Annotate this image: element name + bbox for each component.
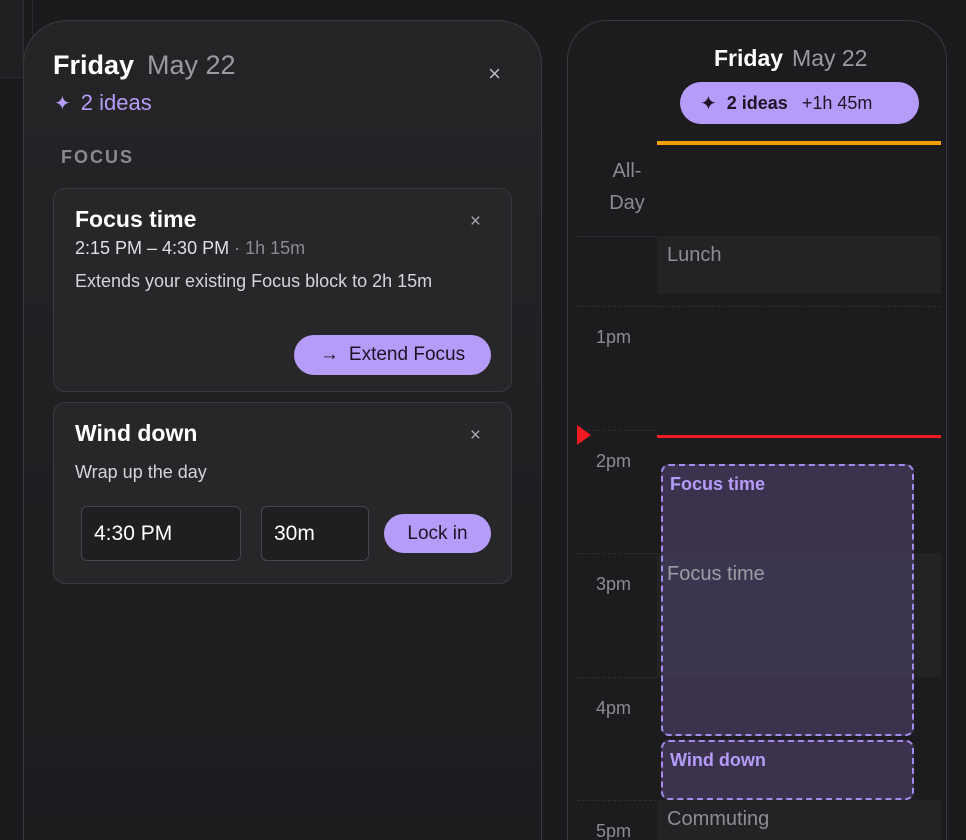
- current-time-line: [657, 435, 941, 438]
- ideas-pill-label: 2 ideas: [726, 92, 788, 113]
- hour-label-4pm: 4pm: [596, 698, 632, 718]
- all-day-label: All-Day: [609, 160, 645, 214]
- idea-card-description: Extends your existing Focus block to 2h …: [75, 271, 433, 291]
- sparkle-icon: ✦: [700, 92, 717, 115]
- lock-in-button[interactable]: Lock in: [384, 514, 491, 553]
- hour-divider: [577, 553, 657, 554]
- calendar-day: Friday: [714, 45, 784, 71]
- close-icon[interactable]: ×: [470, 425, 481, 447]
- calendar-date: May 22: [792, 45, 868, 71]
- hour-divider: [577, 800, 657, 801]
- sparkle-icon: ✦: [54, 92, 71, 115]
- background-window: [0, 0, 24, 78]
- hour-divider: [577, 677, 657, 678]
- extend-focus-button[interactable]: → Extend Focus: [294, 335, 491, 375]
- arrow-right-icon: →: [319, 344, 339, 365]
- ideas-count: ✦ 2 ideas: [54, 90, 152, 116]
- idea-card-title: Focus time: [75, 206, 197, 232]
- event-lunch[interactable]: Lunch: [657, 236, 941, 294]
- idea-block-wind-down[interactable]: Wind down: [661, 740, 914, 800]
- ideas-pill-button[interactable]: ✦ 2 ideas +1h 45m: [680, 82, 919, 124]
- extend-focus-label: Extend Focus: [348, 344, 466, 365]
- close-icon[interactable]: ×: [488, 61, 501, 87]
- idea-card-focus-time: Focus time × 2:15 PM – 4:30 PM · 1h 15m …: [53, 188, 512, 392]
- calendar-header: Friday May 22: [714, 45, 867, 72]
- idea-card-wind-down: Wind down × Wrap up the day 4:30 PM 30m …: [53, 402, 512, 584]
- duration-field[interactable]: 30m: [261, 506, 369, 561]
- ideas-panel-date: May 22: [147, 50, 236, 80]
- event-focus-time-label: Focus time: [667, 563, 765, 585]
- ideas-panel-day: Friday: [53, 50, 135, 80]
- hour-label-2pm: 2pm: [596, 451, 632, 471]
- start-time-field[interactable]: 4:30 PM: [81, 506, 241, 561]
- current-time-marker-icon: [577, 425, 591, 445]
- ideas-count-label: 2 ideas: [80, 90, 152, 115]
- hour-label-3pm: 3pm: [596, 574, 632, 594]
- hour-divider: [577, 306, 657, 307]
- calendar-panel: Friday May 22 ✦ 2 ideas +1h 45m All-Day …: [567, 20, 947, 840]
- idea-card-time-range: 2:15 PM – 4:30 PM: [75, 238, 230, 258]
- section-label-focus: FOCUS: [61, 147, 134, 167]
- ideas-pill-extra: +1h 45m: [801, 92, 873, 113]
- idea-card-time: 2:15 PM – 4:30 PM · 1h 15m: [75, 238, 305, 259]
- idea-card-description: Wrap up the day: [75, 462, 207, 482]
- hour-divider: [657, 306, 941, 307]
- ideas-panel: Friday May 22 × ✦ 2 ideas FOCUS Focus ti…: [23, 20, 542, 840]
- ideas-panel-header: Friday May 22: [53, 50, 236, 81]
- idea-block-focus-time[interactable]: Focus time: [661, 464, 914, 736]
- idea-card-duration: 1h 15m: [245, 238, 306, 258]
- close-icon[interactable]: ×: [470, 211, 481, 233]
- hour-label-5pm: 5pm: [596, 821, 632, 840]
- hour-label-1pm: 1pm: [596, 327, 632, 347]
- event-commuting[interactable]: Commuting: [657, 800, 941, 840]
- idea-block-label: Focus time: [670, 474, 766, 494]
- idea-card-separator: ·: [229, 238, 246, 258]
- idea-block-label: Wind down: [670, 750, 766, 770]
- idea-card-title: Wind down: [75, 420, 198, 446]
- today-indicator-bar: [657, 141, 941, 145]
